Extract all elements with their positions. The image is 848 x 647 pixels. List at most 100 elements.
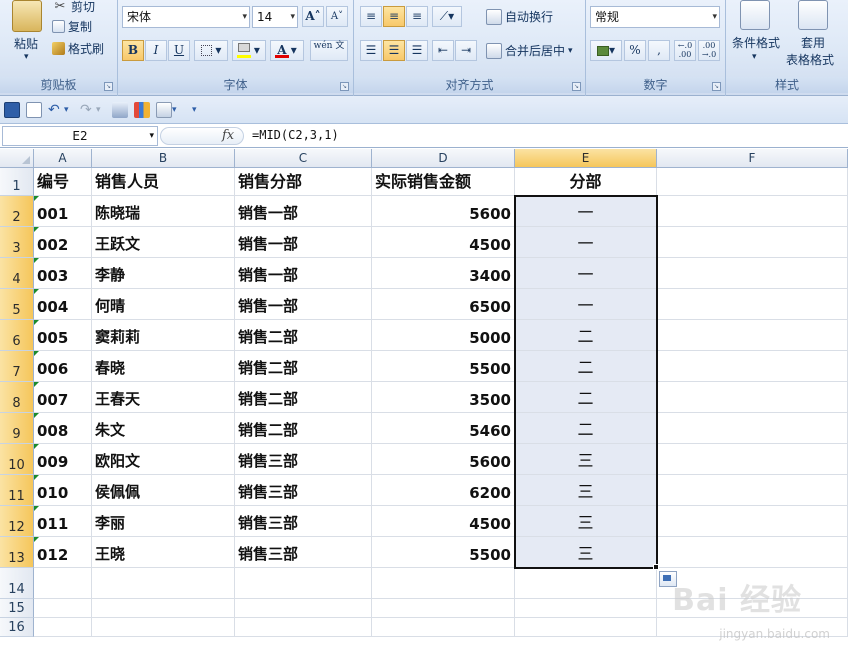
cell-a11[interactable]: 010	[34, 475, 92, 506]
decrease-indent-button[interactable]: ⇤	[432, 40, 454, 61]
cell-b10[interactable]: 欧阳文	[92, 444, 235, 475]
conditional-format-button[interactable]: 条件格式	[732, 34, 780, 51]
cell-d12[interactable]: 4500	[372, 506, 515, 537]
row-header-13[interactable]: 13	[0, 537, 34, 568]
cell-d1[interactable]: 实际销售金额	[372, 168, 515, 196]
cell-b5[interactable]: 何晴	[92, 289, 235, 320]
increase-decimal-button[interactable]: ←.0.00	[674, 40, 696, 61]
cell-a16[interactable]	[34, 618, 92, 637]
border-button[interactable]: ▾	[194, 40, 228, 61]
cell-e8[interactable]: 二	[515, 382, 657, 413]
clipboard-launcher-icon[interactable]: ↘	[104, 82, 113, 91]
format-painter-button[interactable]: 格式刷	[52, 40, 104, 57]
cell-d11[interactable]: 6200	[372, 475, 515, 506]
cell-d4[interactable]: 3400	[372, 258, 515, 289]
redo-dropdown-icon[interactable]: ▾	[96, 102, 112, 118]
cell-a5[interactable]: 004	[34, 289, 92, 320]
cut-button[interactable]: ✂ 剪切	[52, 0, 95, 15]
cell-b14[interactable]	[92, 568, 235, 599]
cell-c9[interactable]: 销售二部	[235, 413, 372, 444]
cell-e4[interactable]: 一	[515, 258, 657, 289]
cell-a10[interactable]: 009	[34, 444, 92, 475]
cell-a9[interactable]: 008	[34, 413, 92, 444]
cell-a15[interactable]	[34, 599, 92, 618]
cell-c10[interactable]: 销售三部	[235, 444, 372, 475]
cell-d8[interactable]: 3500	[372, 382, 515, 413]
print-preview-icon[interactable]	[112, 102, 128, 118]
cell-b9[interactable]: 朱文	[92, 413, 235, 444]
cell-c5[interactable]: 销售一部	[235, 289, 372, 320]
cell-f12[interactable]	[657, 506, 848, 537]
cell-c8[interactable]: 销售二部	[235, 382, 372, 413]
paste-icon[interactable]	[12, 0, 42, 32]
underline-button[interactable]: U	[168, 40, 190, 61]
cell-a3[interactable]: 002	[34, 227, 92, 258]
row-header-12[interactable]: 12	[0, 506, 34, 537]
table-format-icon[interactable]	[798, 0, 828, 30]
cell-c16[interactable]	[235, 618, 372, 637]
edit-icon[interactable]	[156, 102, 172, 118]
cell-a6[interactable]: 005	[34, 320, 92, 351]
cell-b13[interactable]: 王晓	[92, 537, 235, 568]
column-header-e[interactable]: E	[515, 149, 657, 168]
row-header-3[interactable]: 3	[0, 227, 34, 258]
cell-c4[interactable]: 销售一部	[235, 258, 372, 289]
cell-e15[interactable]	[515, 599, 657, 618]
row-header-8[interactable]: 8	[0, 382, 34, 413]
row-header-15[interactable]: 15	[0, 599, 34, 618]
grow-font-button[interactable]: A˄	[302, 6, 324, 27]
cell-d10[interactable]: 5600	[372, 444, 515, 475]
cell-d7[interactable]: 5500	[372, 351, 515, 382]
cell-e5[interactable]: 一	[515, 289, 657, 320]
cell-f11[interactable]	[657, 475, 848, 506]
cell-e12[interactable]: 三	[515, 506, 657, 537]
cell-a4[interactable]: 003	[34, 258, 92, 289]
orientation-button[interactable]: ⟋▾	[432, 6, 462, 27]
decrease-decimal-button[interactable]: .00 →.0	[698, 40, 720, 61]
undo-icon[interactable]: ↶	[48, 102, 64, 118]
cell-c15[interactable]	[235, 599, 372, 618]
comma-button[interactable]: ,	[648, 40, 670, 61]
cell-b8[interactable]: 王春天	[92, 382, 235, 413]
cell-f1[interactable]	[657, 168, 848, 196]
cell-a13[interactable]: 012	[34, 537, 92, 568]
cell-e7[interactable]: 二	[515, 351, 657, 382]
font-size-combo[interactable]: 14 ▾	[252, 6, 298, 28]
cell-a2[interactable]: 001	[34, 196, 92, 227]
cell-b1[interactable]: 销售人员	[92, 168, 235, 196]
row-header-10[interactable]: 10	[0, 444, 34, 475]
cell-b4[interactable]: 李静	[92, 258, 235, 289]
edit-dropdown-icon[interactable]: ▾	[172, 102, 188, 118]
phonetic-button[interactable]: wén 文	[310, 40, 348, 61]
cell-c14[interactable]	[235, 568, 372, 599]
row-header-11[interactable]: 11	[0, 475, 34, 506]
row-header-1[interactable]: 1	[0, 168, 34, 196]
fill-handle[interactable]	[653, 564, 659, 570]
conditional-format-icon[interactable]	[740, 0, 770, 30]
cell-e11[interactable]: 三	[515, 475, 657, 506]
customize-qat-icon[interactable]: ▾	[192, 102, 208, 118]
save-icon[interactable]	[4, 102, 20, 118]
cell-a8[interactable]: 007	[34, 382, 92, 413]
formula-input[interactable]: =MID(C2,3,1)	[252, 128, 339, 142]
cell-c6[interactable]: 销售二部	[235, 320, 372, 351]
font-launcher-icon[interactable]: ↘	[340, 82, 349, 91]
select-all-button[interactable]	[0, 149, 34, 168]
cell-f3[interactable]	[657, 227, 848, 258]
cell-e14[interactable]	[515, 568, 657, 599]
row-header-4[interactable]: 4	[0, 258, 34, 289]
percent-button[interactable]: %	[624, 40, 646, 61]
row-header-16[interactable]: 16	[0, 618, 34, 637]
cell-f6[interactable]	[657, 320, 848, 351]
cell-e6[interactable]: 二	[515, 320, 657, 351]
align-center-button[interactable]: ☰	[383, 40, 405, 61]
cell-f9[interactable]	[657, 413, 848, 444]
align-left-button[interactable]: ☰	[360, 40, 382, 61]
align-bottom-button[interactable]: ≡	[406, 6, 428, 27]
cell-d9[interactable]: 5460	[372, 413, 515, 444]
cell-e2[interactable]: 一	[515, 196, 657, 227]
cell-d2[interactable]: 5600	[372, 196, 515, 227]
worksheet-grid[interactable]: A B C D E F 1 2 3 4 5 6 7 8 9 10 11 12 13 14 15 16 编号 销售人员 销售分部实…	[0, 149, 848, 647]
shrink-font-button[interactable]: A˅	[326, 6, 348, 27]
cell-c11[interactable]: 销售三部	[235, 475, 372, 506]
